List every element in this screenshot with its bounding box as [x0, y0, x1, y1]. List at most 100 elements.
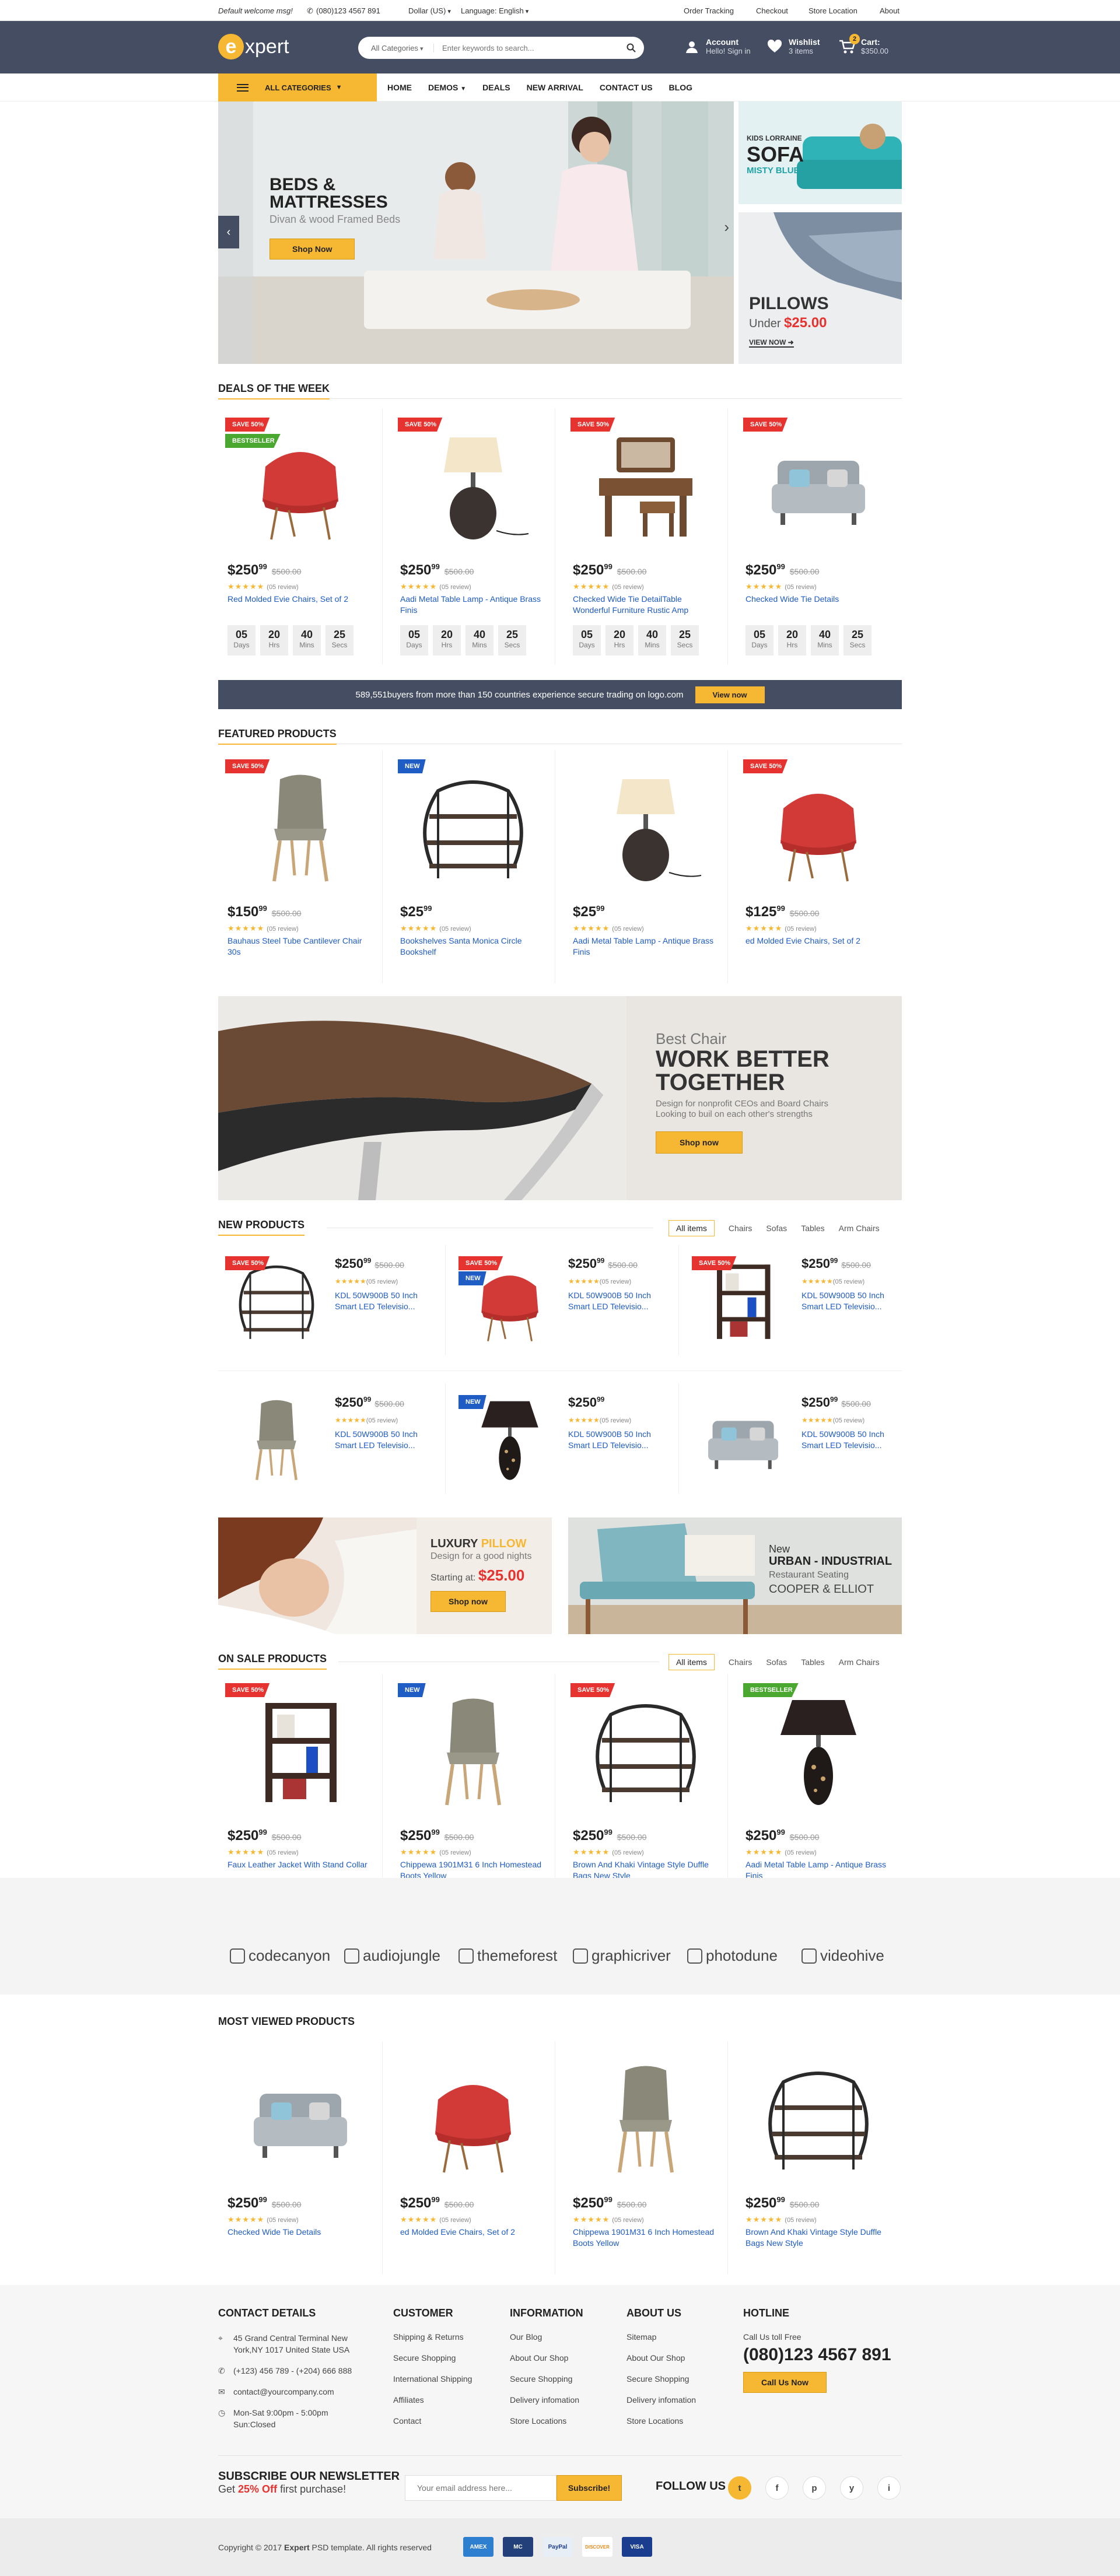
product-card[interactable]: BESTSELLER $25099$500.00 ★★★★★ (05 review) A…	[736, 1674, 901, 1907]
product-name[interactable]: Bauhaus Steel Tube Cantilever Chair 30s	[228, 935, 373, 958]
product-name[interactable]: ed Molded Evie Chairs, Set of 2	[746, 935, 891, 947]
pillows-banner[interactable]: PILLOWS Under $25.00 VIEW NOW ➜	[738, 212, 902, 364]
product-card[interactable]: SAVE 50% $15099 $500.00 ★★★★★ (05 review) Bau…	[218, 750, 383, 983]
product-card[interactable]: SAVE 50% $25099 $500.00 ★★★★★(05 review) KDL…	[685, 1245, 912, 1355]
product-image[interactable]	[575, 1685, 716, 1814]
subscribe-button[interactable]: Subscribe!	[556, 2475, 622, 2501]
product-name[interactable]: ed Molded Evie Chairs, Set of 2	[400, 2227, 546, 2238]
footer-link[interactable]: Secure Shopping	[510, 2374, 583, 2395]
logo[interactable]: e xpert	[218, 34, 289, 59]
product-card[interactable]: NEW $2599 ★★★★★ (05 review) Bookshelves Sant…	[391, 750, 555, 983]
product-image[interactable]	[748, 420, 889, 548]
product-image[interactable]	[402, 420, 544, 548]
pillow-shop-button[interactable]: Shop now	[430, 1591, 506, 1612]
product-card[interactable]: SAVE 50% BESTSELLER $25099 $500.00 ★★★★★ (05 …	[218, 408, 383, 665]
chair-banner[interactable]: Best Chair WORK BETTER TOGETHER Design f…	[218, 996, 902, 1200]
all-categories-button[interactable]: ALL CATEGORIES ▼	[218, 73, 377, 101]
product-name[interactable]: KDL 50W900B 50 Inch Smart LED Televisio.…	[802, 1429, 901, 1451]
link-store-location[interactable]: Store Location	[808, 6, 858, 15]
tab-all-items[interactable]: All items	[668, 1220, 715, 1236]
footer-link[interactable]: Sitemap	[626, 2332, 696, 2353]
nav-deals[interactable]: DEALS	[482, 83, 510, 92]
product-image[interactable]	[230, 2053, 371, 2181]
newsletter-email-input[interactable]	[405, 2475, 556, 2501]
chair-shop-button[interactable]: Shop now	[656, 1131, 743, 1154]
product-image[interactable]	[230, 762, 371, 890]
product-name[interactable]: Aadi Metal Table Lamp - Antique Brass Fi…	[573, 935, 719, 958]
product-card[interactable]: SAVE 50% $12599 $500.00 ★★★★★ (05 review) ed …	[736, 750, 901, 983]
search-category-select[interactable]: All Categories	[358, 43, 434, 52]
product-image[interactable]	[575, 2053, 716, 2181]
footer-link[interactable]: Store Locations	[626, 2416, 696, 2437]
call-us-button[interactable]: Call Us Now	[743, 2372, 827, 2393]
product-image[interactable]	[748, 1685, 889, 1814]
product-name[interactable]: Brown And Khaki Vintage Style Duffle Bag…	[746, 2227, 891, 2249]
wishlist-link[interactable]: Wishlist 3 items	[766, 37, 820, 56]
pillow-banner[interactable]: LUXURY PILLOW Design for a good nights S…	[218, 1517, 552, 1634]
product-card[interactable]: SAVE 50% NEW $25099 $500.00 ★★★★★(05 review)…	[452, 1245, 679, 1355]
product-card[interactable]: $25099 $500.00 ★★★★★ (05 review) Checked Wid…	[218, 2041, 383, 2274]
slider-next-arrow[interactable]: ›	[724, 218, 729, 236]
footer-link[interactable]: Our Blog	[510, 2332, 583, 2353]
footer-link[interactable]: Store Locations	[510, 2416, 583, 2437]
account-link[interactable]: Account Hello! Sign in	[684, 37, 751, 56]
link-order-tracking[interactable]: Order Tracking	[684, 6, 734, 15]
trust-view-button[interactable]: View now	[695, 686, 765, 703]
footer-link[interactable]: Secure Shopping	[393, 2353, 472, 2374]
brand-logo[interactable]: graphicriver	[573, 1947, 671, 1965]
product-image[interactable]	[230, 1685, 371, 1814]
product-image[interactable]	[748, 762, 889, 890]
tab-sofas[interactable]: Sofas	[766, 1224, 787, 1233]
product-card[interactable]: $25099 $500.00 ★★★★★ (05 review) ed Molded E…	[391, 2041, 555, 2274]
product-image[interactable]	[402, 1685, 544, 1814]
product-name[interactable]: Chippewa 1901M31 6 Inch Homestead Boots …	[573, 2227, 719, 2249]
nav-new-arrival[interactable]: NEW ARRIVAL	[527, 83, 583, 92]
product-card[interactable]: SAVE 50% $25099$500.00 ★★★★★ (05 review) Bro…	[564, 1674, 728, 1907]
footer-link[interactable]: Shipping & Returns	[393, 2332, 472, 2353]
product-card[interactable]: SAVE 50% $25099 $500.00 ★★★★★ (05 review) Che…	[736, 408, 901, 665]
slider-prev-arrow[interactable]: ‹	[218, 216, 239, 248]
footer-email[interactable]: contact@yourcompany.com	[233, 2386, 334, 2398]
product-name[interactable]: KDL 50W900B 50 Inch Smart LED Televisio.…	[568, 1290, 667, 1312]
product-name[interactable]: Bookshelves Santa Monica Circle Bookshel…	[400, 935, 546, 958]
product-image[interactable]	[402, 762, 544, 890]
footer-link[interactable]: International Shipping	[393, 2374, 472, 2395]
product-card[interactable]: SAVE 50% $25099 $500.00 ★★★★★ (05 review) Aad…	[391, 408, 555, 665]
product-name[interactable]: KDL 50W900B 50 Inch Smart LED Televisio.…	[335, 1429, 434, 1451]
link-checkout[interactable]: Checkout	[756, 6, 788, 15]
footer-link[interactable]: Delivery infomation	[626, 2395, 696, 2416]
product-name[interactable]: Faux Leather Jacket With Stand Collar	[228, 1859, 373, 1870]
footer-link[interactable]: About Our Shop	[510, 2353, 583, 2374]
tab-arm-chairs[interactable]: Arm Chairs	[839, 1657, 880, 1667]
link-about[interactable]: About	[880, 6, 900, 15]
pillows-view-link[interactable]: VIEW NOW ➜	[749, 338, 794, 348]
product-name[interactable]: Checked Wide Tie Details	[746, 594, 891, 605]
product-name[interactable]: KDL 50W900B 50 Inch Smart LED Televisio.…	[802, 1290, 901, 1312]
language-select[interactable]: Language: English	[461, 6, 528, 15]
currency-select[interactable]: Dollar (US)	[408, 6, 451, 15]
nav-contact[interactable]: CONTACT US	[600, 83, 653, 92]
brand-logo[interactable]: photodune	[687, 1947, 778, 1965]
product-name[interactable]: KDL 50W900B 50 Inch Smart LED Televisio.…	[335, 1290, 434, 1312]
product-image[interactable]	[575, 420, 716, 548]
search-input[interactable]	[434, 43, 618, 52]
product-card[interactable]: NEW $25099 ★★★★★(05 review) KDL 50W900B 50 …	[452, 1383, 679, 1494]
nav-home[interactable]: HOME	[387, 83, 412, 92]
nav-blog[interactable]: BLOG	[669, 83, 692, 92]
product-card[interactable]: SAVE 50% $25099 $500.00 ★★★★★ (05 review) Fau…	[218, 1674, 383, 1907]
urban-banner[interactable]: New URBAN - INDUSTRIAL Restaurant Seatin…	[568, 1517, 902, 1634]
facebook-icon[interactable]: f	[765, 2476, 789, 2500]
footer-link[interactable]: About Our Shop	[626, 2353, 696, 2374]
brand-logo[interactable]: codecanyon	[230, 1947, 330, 1965]
footer-link[interactable]: Contact	[393, 2416, 472, 2437]
brand-logo[interactable]: videohive	[802, 1947, 884, 1965]
product-image[interactable]	[575, 762, 716, 890]
tab-tables[interactable]: Tables	[801, 1224, 824, 1233]
product-name[interactable]: Checked Wide Tie Details	[228, 2227, 373, 2238]
tab-sofas[interactable]: Sofas	[766, 1657, 787, 1667]
footer-link[interactable]: Delivery infomation	[510, 2395, 583, 2416]
product-card[interactable]: $2599 ★★★★★ (05 review) Aadi Metal Table La…	[564, 750, 728, 983]
product-card[interactable]: NEW $25099$500.00 ★★★★★ (05 review) Chippewa…	[391, 1674, 555, 1907]
brand-logo[interactable]: themeforest	[459, 1947, 557, 1965]
product-image[interactable]	[748, 2053, 889, 2181]
